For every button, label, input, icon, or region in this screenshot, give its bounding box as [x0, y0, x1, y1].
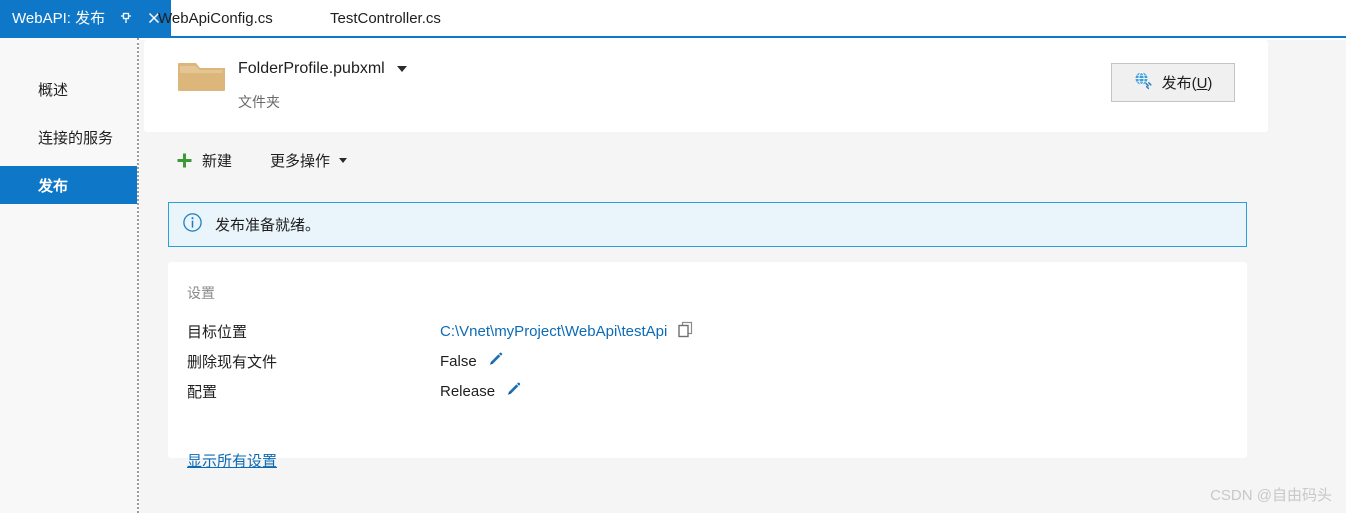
- setting-row-delete-existing-files: 删除现有文件 False: [187, 350, 504, 372]
- setting-value-link[interactable]: C:\Vnet\myProject\WebApi\testApi: [440, 323, 667, 340]
- chevron-down-icon[interactable]: [339, 157, 348, 163]
- tab-webapiconfig-cs[interactable]: WebApiConfig.cs: [158, 0, 273, 36]
- publish-toolbar: 新建 更多操作: [144, 138, 1268, 182]
- sidebar-item-overview[interactable]: 概述: [0, 70, 137, 108]
- new-profile-button[interactable]: 新建: [176, 150, 232, 171]
- setting-key: 配置: [187, 383, 218, 401]
- setting-key: 目标位置: [187, 323, 248, 341]
- more-actions-label: 更多操作: [270, 152, 331, 170]
- show-all-settings-link[interactable]: 显示所有设置: [187, 450, 277, 471]
- pencil-edit-icon[interactable]: [505, 381, 522, 402]
- publish-settings-card: 设置 目标位置 C:\Vnet\myProject\WebApi\testApi…: [168, 262, 1247, 470]
- tab-testcontroller-cs[interactable]: TestController.cs: [330, 0, 441, 36]
- copy-icon[interactable]: [677, 321, 694, 342]
- sidebar-item-label: 概述: [38, 81, 69, 99]
- publish-button[interactable]: 发布(U): [1111, 63, 1235, 102]
- sidebar-item-connected-services[interactable]: 连接的服务: [0, 118, 137, 156]
- info-circle-icon: [182, 212, 203, 238]
- pin-icon[interactable]: [118, 11, 133, 26]
- settings-section-title: 设置: [187, 285, 215, 301]
- project-nav-sidebar: 概述 连接的服务 发布: [0, 38, 137, 513]
- tab-webapi-publish[interactable]: WebAPI: 发布: [0, 0, 172, 36]
- setting-key: 删除现有文件: [187, 353, 278, 371]
- sidebar-item-label: 连接的服务: [38, 129, 114, 147]
- plus-icon: [176, 152, 193, 169]
- tab-label: WebApiConfig.cs: [158, 9, 273, 27]
- publish-profile-subtitle: 文件夹: [238, 94, 280, 110]
- editor-tab-strip: WebAPI: 发布 WebApiConfig.cs TestControlle…: [0, 0, 1346, 38]
- more-actions-button[interactable]: 更多操作: [270, 150, 348, 171]
- publish-button-label: 发布(U): [1161, 75, 1213, 92]
- publish-profile-name: FolderProfile.pubxml: [238, 60, 385, 77]
- tab-label: TestController.cs: [330, 9, 441, 27]
- publish-status-banner: 发布准备就绪。: [168, 202, 1247, 247]
- setting-value: False: [440, 352, 477, 370]
- tab-label: WebAPI: 发布: [12, 9, 106, 27]
- folder-icon: [177, 57, 227, 97]
- publish-profile-selector[interactable]: FolderProfile.pubxml: [238, 60, 407, 78]
- pencil-edit-icon[interactable]: [487, 351, 504, 372]
- setting-row-target-location: 目标位置 C:\Vnet\myProject\WebApi\testApi: [187, 320, 694, 342]
- publish-status-text: 发布准备就绪。: [215, 217, 321, 234]
- setting-row-configuration: 配置 Release: [187, 380, 522, 402]
- setting-value: Release: [440, 382, 496, 400]
- watermark: CSDN @自由码头: [1210, 487, 1332, 504]
- publish-page: FolderProfile.pubxml 文件夹 发布(U) 新建 更多操作 发…: [139, 40, 1346, 513]
- chevron-down-icon[interactable]: [396, 66, 407, 72]
- new-profile-label: 新建: [202, 152, 233, 170]
- web-publish-icon: [1134, 71, 1153, 94]
- publish-profile-card: FolderProfile.pubxml 文件夹 发布(U): [144, 40, 1268, 132]
- sidebar-item-publish[interactable]: 发布: [0, 166, 137, 204]
- sidebar-item-label: 发布: [38, 177, 69, 195]
